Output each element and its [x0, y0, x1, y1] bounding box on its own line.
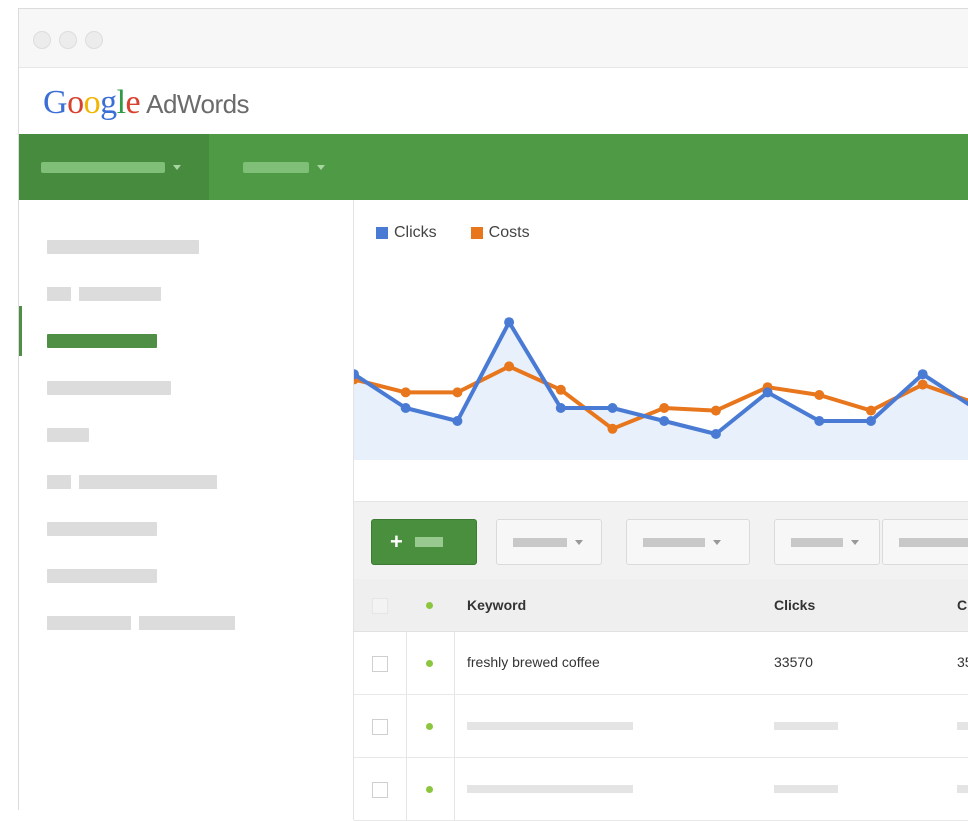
logo-letter: l	[116, 84, 126, 121]
toolbar-dropdown-2[interactable]	[626, 519, 750, 565]
table-toolbar: +	[354, 501, 968, 581]
product-name: AdWords	[146, 89, 250, 119]
logo-letter: g	[100, 84, 117, 121]
column-header-truncated[interactable]: C	[957, 597, 967, 613]
data-point-clicks[interactable]	[400, 403, 411, 413]
window-close-button[interactable]	[33, 31, 51, 49]
browser-window: Google AdWords Clicks Costs + Keyword Cl…	[18, 8, 968, 821]
row-checkbox[interactable]	[372, 782, 388, 798]
window-titlebar	[19, 9, 968, 68]
sidebar-item[interactable]	[47, 287, 161, 301]
data-point-costs[interactable]	[866, 405, 876, 416]
logo-letter: e	[125, 84, 141, 121]
sidebar-item[interactable]	[47, 616, 235, 630]
keyword-cell[interactable]: freshly brewed coffee	[467, 654, 600, 670]
nav-item-secondary[interactable]	[243, 158, 325, 176]
chevron-down-icon	[317, 164, 325, 170]
column-header-clicks[interactable]: Clicks	[774, 597, 815, 613]
performance-chart: Clicks Costs	[354, 200, 968, 500]
sidebar-item[interactable]	[47, 475, 217, 489]
data-point-costs[interactable]	[607, 423, 618, 434]
top-navigation	[19, 134, 968, 200]
chart-svg	[354, 317, 968, 460]
chevron-down-icon	[575, 539, 583, 545]
data-point-clicks[interactable]	[607, 403, 618, 413]
sidebar-active-indicator	[19, 306, 22, 356]
chevron-down-icon	[851, 539, 859, 545]
data-point-costs[interactable]	[710, 405, 721, 416]
data-point-clicks[interactable]	[710, 429, 721, 439]
google-adwords-logo[interactable]: Google AdWords	[43, 84, 250, 122]
clicks-cell: 33570	[774, 654, 813, 670]
data-point-costs[interactable]	[917, 379, 928, 390]
status-enabled-icon	[426, 723, 433, 730]
table-row[interactable]	[354, 758, 968, 821]
truncated-cell	[957, 722, 968, 730]
data-point-costs[interactable]	[659, 403, 670, 413]
column-header-keyword[interactable]: Keyword	[467, 597, 526, 613]
sidebar-item[interactable]	[47, 240, 199, 254]
row-checkbox[interactable]	[372, 656, 388, 672]
chevron-down-icon	[173, 164, 181, 170]
data-point-costs[interactable]	[814, 390, 825, 400]
nav-item-label	[41, 161, 165, 173]
sidebar-item[interactable]	[47, 569, 157, 583]
brand-header: Google AdWords	[19, 68, 968, 134]
sidebar-item[interactable]	[47, 428, 89, 442]
data-point-clicks[interactable]	[504, 317, 515, 328]
table-header-row: Keyword Clicks C	[354, 579, 968, 632]
logo-letter: o	[83, 84, 101, 121]
chevron-down-icon	[713, 539, 721, 545]
data-point-clicks[interactable]	[555, 403, 566, 413]
data-point-costs[interactable]	[555, 384, 566, 395]
data-point-clicks[interactable]	[659, 416, 670, 426]
logo-letter: G	[43, 84, 68, 121]
sidebar-item[interactable]	[47, 381, 171, 395]
data-point-clicks[interactable]	[866, 416, 876, 426]
data-point-clicks[interactable]	[452, 416, 463, 426]
plus-icon: +	[390, 529, 403, 554]
status-enabled-icon	[426, 660, 433, 667]
toolbar-dropdown-1[interactable]	[496, 519, 602, 565]
toolbar-dropdown-4[interactable]	[882, 519, 968, 565]
clicks-cell	[774, 722, 838, 730]
data-point-clicks[interactable]	[762, 387, 773, 398]
sidebar	[19, 200, 354, 820]
data-point-clicks[interactable]	[917, 369, 928, 380]
nav-item-label	[243, 161, 309, 173]
sidebar-item[interactable]	[47, 522, 157, 536]
window-zoom-button[interactable]	[85, 31, 103, 49]
table-row[interactable]	[354, 695, 968, 758]
nav-item-selected[interactable]	[19, 134, 209, 200]
status-header-icon	[426, 602, 433, 609]
table-row[interactable]: freshly brewed coffee 33570 35	[354, 632, 968, 695]
row-checkbox[interactable]	[372, 719, 388, 735]
sidebar-item-active[interactable]	[47, 334, 157, 348]
select-all-checkbox[interactable]	[372, 598, 388, 614]
logo-letter: o	[67, 84, 84, 121]
toolbar-dropdown-3[interactable]	[774, 519, 880, 565]
window-minimize-button[interactable]	[59, 31, 77, 49]
data-point-costs[interactable]	[504, 361, 515, 372]
add-keyword-button[interactable]: +	[371, 519, 477, 565]
keyword-cell	[467, 722, 633, 730]
data-point-clicks[interactable]	[814, 416, 825, 426]
truncated-cell: 35	[957, 654, 968, 670]
data-point-costs[interactable]	[400, 387, 411, 398]
data-point-costs[interactable]	[452, 387, 463, 398]
